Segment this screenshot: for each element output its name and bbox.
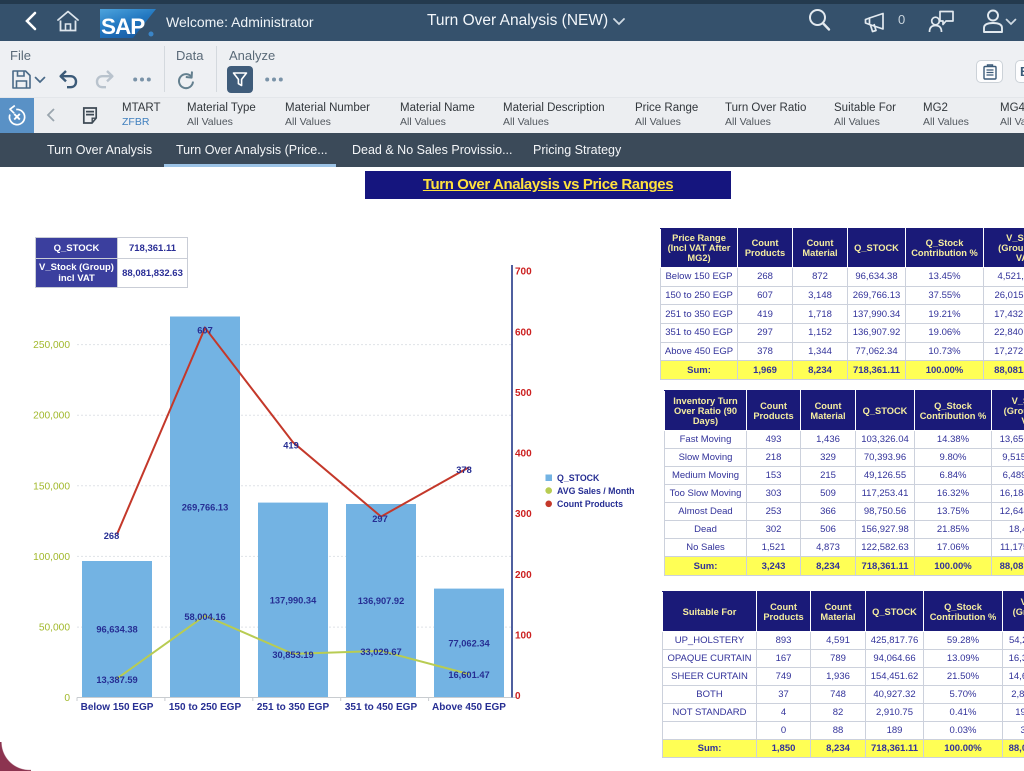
svg-text:150,000: 150,000 xyxy=(33,481,70,492)
svg-text:500: 500 xyxy=(515,388,532,399)
svg-text:351 to 450 EGP: 351 to 450 EGP xyxy=(345,702,418,713)
svg-text:251 to 350 EGP: 251 to 350 EGP xyxy=(257,702,330,713)
svg-text:150 to 250 EGP: 150 to 250 EGP xyxy=(169,702,242,713)
svg-text:AVG Sales / Month: AVG Sales / Month xyxy=(557,486,635,496)
svg-text:16,601.47: 16,601.47 xyxy=(448,670,489,680)
svg-text:700: 700 xyxy=(515,267,532,278)
svg-text:50,000: 50,000 xyxy=(39,623,70,634)
svg-text:378: 378 xyxy=(456,465,472,475)
svg-text:136,907.92: 136,907.92 xyxy=(358,596,405,606)
svg-text:0: 0 xyxy=(515,691,521,702)
svg-text:200: 200 xyxy=(515,570,532,581)
svg-text:100,000: 100,000 xyxy=(33,552,70,563)
svg-text:Count Products: Count Products xyxy=(557,499,623,509)
svg-text:137,990.34: 137,990.34 xyxy=(270,596,317,606)
svg-text:400: 400 xyxy=(515,449,532,460)
svg-text:58,004.16: 58,004.16 xyxy=(184,612,225,622)
svg-text:297: 297 xyxy=(372,514,388,524)
svg-text:200,000: 200,000 xyxy=(33,411,70,422)
svg-text:Above 450 EGP: Above 450 EGP xyxy=(432,702,506,713)
svg-text:Below 150 EGP: Below 150 EGP xyxy=(81,702,154,713)
svg-text:607: 607 xyxy=(197,326,213,336)
svg-text:419: 419 xyxy=(283,441,299,451)
svg-text:600: 600 xyxy=(515,328,532,339)
svg-text:96,634.38: 96,634.38 xyxy=(96,625,137,635)
svg-text:100: 100 xyxy=(515,631,532,642)
svg-text:0: 0 xyxy=(64,693,70,704)
svg-text:269,766.13: 269,766.13 xyxy=(182,503,229,513)
svg-text:300: 300 xyxy=(515,509,532,520)
svg-text:30,853.19: 30,853.19 xyxy=(272,650,313,660)
svg-text:Q_STOCK: Q_STOCK xyxy=(557,473,600,483)
svg-text:77,062.34: 77,062.34 xyxy=(448,639,490,649)
svg-text:13,387.59: 13,387.59 xyxy=(96,675,137,685)
svg-text:SAP: SAP xyxy=(101,14,145,38)
svg-text:33,029.67: 33,029.67 xyxy=(360,647,401,657)
svg-text:250,000: 250,000 xyxy=(33,340,70,351)
svg-text:268: 268 xyxy=(104,531,120,541)
